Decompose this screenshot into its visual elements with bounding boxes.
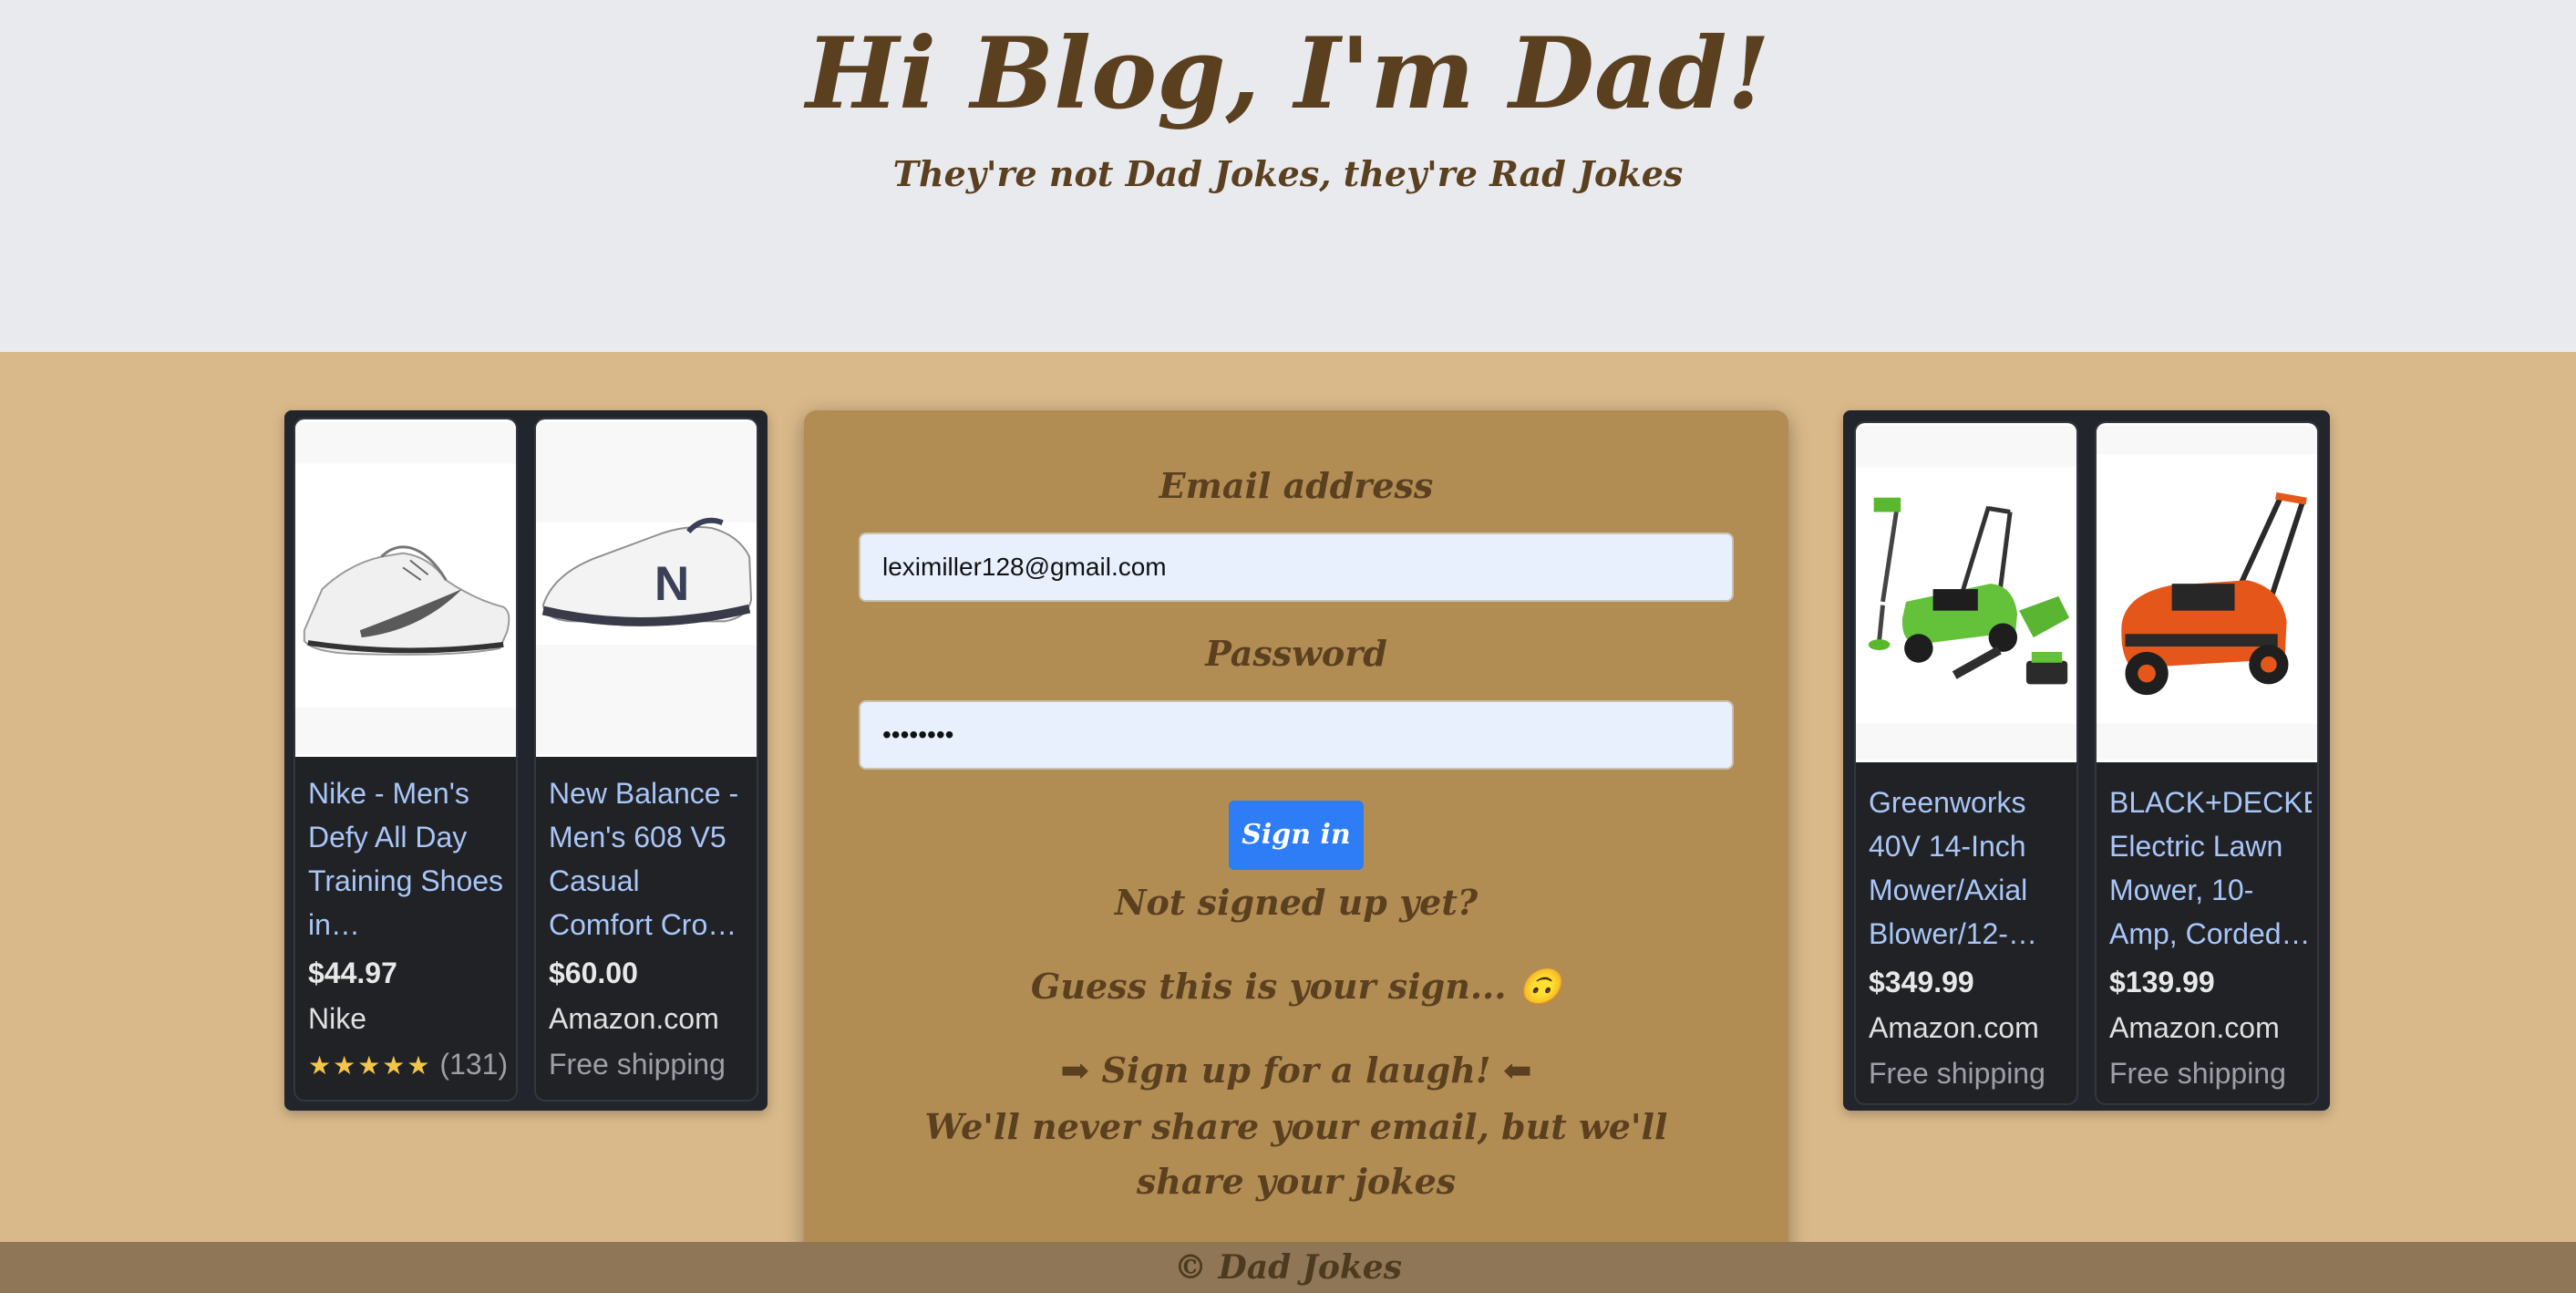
new-balance-shoe-image[interactable]: N <box>536 419 757 757</box>
ad-panel-right: Greenworks 40V 14-Inch Mower/Axial Blowe… <box>1843 410 2330 1111</box>
ad-price: $349.99 <box>1869 966 1974 998</box>
sign-in-button[interactable]: Sign in <box>1229 801 1364 870</box>
ad-seller: Amazon.com <box>549 1002 719 1035</box>
not-signed-up-text: Not signed up yet? <box>1114 882 1479 923</box>
password-label: Password <box>1205 633 1387 674</box>
ad-card-black-decker[interactable]: BLACK+DECKER Electric Lawn Mower, 10-Amp… <box>2095 421 2319 1105</box>
ad-text: New Balance - Men's 608 V5 Casual Comfor… <box>549 771 751 1087</box>
ad-title[interactable]: Greenworks 40V 14-Inch Mower/Axial Blowe… <box>1869 781 2071 956</box>
new-balance-shoe-icon: N <box>536 422 757 754</box>
ad-title[interactable]: BLACK+DECKER Electric Lawn Mower, 10-Amp… <box>2109 781 2312 956</box>
ad-seller: Nike <box>308 1002 367 1035</box>
greenworks-mower-icon <box>1856 426 2076 760</box>
email-label: Email address <box>1159 465 1434 506</box>
sign-up-link[interactable]: ➡ Sign up for a laugh! ⬅ <box>804 1043 1788 1098</box>
ad-shipping: Free shipping <box>2109 1057 2286 1090</box>
ad-panel-left: Nike - Men's Defy All Day Training Shoes… <box>284 410 768 1111</box>
ad-price: $60.00 <box>549 957 638 989</box>
site-title: Hi Blog, I'm Dad! <box>806 16 1770 131</box>
ad-shipping: Free shipping <box>549 1048 726 1081</box>
email-field[interactable]: leximiller128@gmail.com <box>859 533 1734 602</box>
site-subtitle: They're not Dad Jokes, they're Rad Jokes <box>892 153 1684 194</box>
ad-title[interactable]: Nike - Men's Defy All Day Training Shoes… <box>308 771 510 946</box>
ad-shipping: Free shipping <box>1869 1057 2045 1090</box>
site-header: Hi Blog, I'm Dad! They're not Dad Jokes,… <box>0 0 2576 352</box>
privacy-note: We'll never share your email, but we'll … <box>924 1106 1668 1202</box>
star-rating-icon: ★★★★★ <box>308 1051 432 1080</box>
ad-text: Nike - Men's Defy All Day Training Shoes… <box>308 771 510 1089</box>
guess-sign-text: Guess this is your sign... 🙃 <box>1030 966 1562 1007</box>
black-decker-mower-image[interactable] <box>2097 423 2317 762</box>
ad-price: $44.97 <box>308 957 397 989</box>
nike-shoe-image[interactable] <box>295 419 516 757</box>
ad-card-new-balance[interactable]: N New Balance - Men's 608 V5 Casual Comf… <box>534 418 758 1102</box>
ad-card-greenworks[interactable]: Greenworks 40V 14-Inch Mower/Axial Blowe… <box>1854 421 2078 1105</box>
login-form: Email address leximiller128@gmail.com Pa… <box>804 410 1788 1293</box>
ad-seller: Amazon.com <box>1869 1011 2039 1044</box>
ad-text: Greenworks 40V 14-Inch Mower/Axial Blowe… <box>1869 781 2071 1096</box>
nike-shoe-icon <box>295 422 516 754</box>
ad-text: BLACK+DECKER Electric Lawn Mower, 10-Amp… <box>2109 781 2312 1096</box>
ad-price: $139.99 <box>2109 966 2215 998</box>
password-field[interactable]: •••••••• <box>859 700 1734 770</box>
ad-rating: ★★★★★ (131) <box>308 1041 510 1089</box>
ad-title[interactable]: New Balance - Men's 608 V5 Casual Comfor… <box>549 771 751 946</box>
ad-seller: Amazon.com <box>2109 1011 2280 1044</box>
greenworks-mower-image[interactable] <box>1856 423 2076 762</box>
site-footer: © Dad Jokes <box>0 1242 2576 1293</box>
rating-count: (131) <box>439 1048 509 1081</box>
svg-text:N: N <box>654 557 689 611</box>
black-decker-mower-icon <box>2097 426 2317 760</box>
ad-card-nike[interactable]: Nike - Men's Defy All Day Training Shoes… <box>294 418 518 1102</box>
